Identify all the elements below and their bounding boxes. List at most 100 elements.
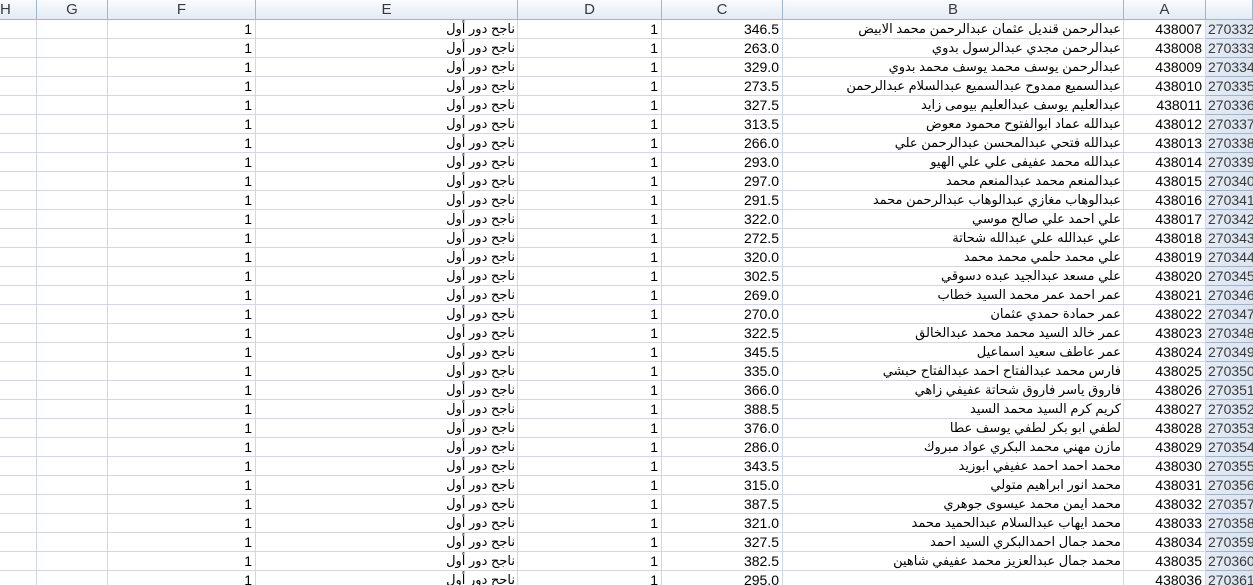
- cell-c-score[interactable]: 269.0: [662, 286, 783, 305]
- cell-h[interactable]: [0, 267, 37, 286]
- row-header[interactable]: 270354: [1206, 438, 1253, 457]
- cell-e-status[interactable]: ناجح دور أول: [256, 533, 518, 552]
- cell-d[interactable]: 1: [518, 438, 662, 457]
- cell-d[interactable]: 1: [518, 153, 662, 172]
- cell-f[interactable]: 1: [108, 438, 256, 457]
- row-header[interactable]: 270337: [1206, 115, 1253, 134]
- cell-h[interactable]: [0, 571, 37, 585]
- cell-d[interactable]: 1: [518, 58, 662, 77]
- cell-a-seat-number[interactable]: 438009: [1124, 58, 1206, 77]
- cell-b-name[interactable]: [783, 571, 1124, 585]
- cell-e-status[interactable]: ناجح دور أول: [256, 400, 518, 419]
- cell-d[interactable]: 1: [518, 476, 662, 495]
- cell-h[interactable]: [0, 552, 37, 571]
- cell-a-seat-number[interactable]: 438008: [1124, 39, 1206, 58]
- cell-f[interactable]: 1: [108, 343, 256, 362]
- cell-g[interactable]: [37, 419, 108, 438]
- cell-a-seat-number[interactable]: 438025: [1124, 362, 1206, 381]
- cell-b-name[interactable]: عبدالسميع ممدوح عبدالسميع عبدالسلام عبدا…: [783, 77, 1124, 96]
- cell-h[interactable]: [0, 533, 37, 552]
- cell-h[interactable]: [0, 400, 37, 419]
- cell-h[interactable]: [0, 286, 37, 305]
- cell-b-name[interactable]: محمد احمد احمد عفيفي ابوزيد: [783, 457, 1124, 476]
- cell-a-seat-number[interactable]: 438011: [1124, 96, 1206, 115]
- cell-e-status[interactable]: ناجح دور أول: [256, 134, 518, 153]
- cell-c-score[interactable]: 345.5: [662, 343, 783, 362]
- cell-c-score[interactable]: 315.0: [662, 476, 783, 495]
- cell-a-seat-number[interactable]: 438027: [1124, 400, 1206, 419]
- cell-b-name[interactable]: عبدالرحمن يوسف محمد يوسف محمد بدوي: [783, 58, 1124, 77]
- cell-a-seat-number[interactable]: 438021: [1124, 286, 1206, 305]
- cell-f[interactable]: 1: [108, 134, 256, 153]
- cell-d[interactable]: 1: [518, 419, 662, 438]
- row-header[interactable]: 270349: [1206, 343, 1253, 362]
- column-header-e[interactable]: E: [256, 0, 518, 20]
- cell-e-status[interactable]: ناجح دور أول: [256, 153, 518, 172]
- cell-a-seat-number[interactable]: 438026: [1124, 381, 1206, 400]
- row-header[interactable]: 270351: [1206, 381, 1253, 400]
- column-header-h[interactable]: H: [0, 0, 37, 20]
- column-header-a[interactable]: A: [1124, 0, 1206, 20]
- cell-h[interactable]: [0, 362, 37, 381]
- cell-d[interactable]: 1: [518, 457, 662, 476]
- cell-a-seat-number[interactable]: 438019: [1124, 248, 1206, 267]
- cell-e-status[interactable]: ناجح دور أول: [256, 343, 518, 362]
- cell-f[interactable]: 1: [108, 96, 256, 115]
- cell-c-score[interactable]: 329.0: [662, 58, 783, 77]
- cell-h[interactable]: [0, 419, 37, 438]
- cell-c-score[interactable]: 297.0: [662, 172, 783, 191]
- cell-e-status[interactable]: ناجح دور أول: [256, 229, 518, 248]
- cell-b-name[interactable]: عبدالمنعم محمد عبدالمنعم محمد: [783, 172, 1124, 191]
- cell-h[interactable]: [0, 248, 37, 267]
- cell-f[interactable]: 1: [108, 58, 256, 77]
- cell-g[interactable]: [37, 229, 108, 248]
- cell-e-status[interactable]: ناجح دور أول: [256, 267, 518, 286]
- cell-g[interactable]: [37, 77, 108, 96]
- cell-a-seat-number[interactable]: 438017: [1124, 210, 1206, 229]
- row-header[interactable]: 270335: [1206, 77, 1253, 96]
- cell-b-name[interactable]: محمد جمال احمدالبكري السيد احمد: [783, 533, 1124, 552]
- cell-d[interactable]: 1: [518, 286, 662, 305]
- cell-h[interactable]: [0, 476, 37, 495]
- cell-g[interactable]: [37, 134, 108, 153]
- row-header[interactable]: 270347: [1206, 305, 1253, 324]
- cell-f[interactable]: 1: [108, 191, 256, 210]
- cell-f[interactable]: 1: [108, 571, 256, 585]
- cell-d[interactable]: 1: [518, 571, 662, 585]
- column-header-b[interactable]: B: [783, 0, 1124, 20]
- cell-g[interactable]: [37, 153, 108, 172]
- cell-h[interactable]: [0, 457, 37, 476]
- cell-g[interactable]: [37, 438, 108, 457]
- cell-c-score[interactable]: 272.5: [662, 229, 783, 248]
- row-header[interactable]: 270344: [1206, 248, 1253, 267]
- cell-b-name[interactable]: عمر خالد السيد محمد محمد عبدالخالق: [783, 324, 1124, 343]
- row-header[interactable]: 270352: [1206, 400, 1253, 419]
- cell-c-score[interactable]: 388.5: [662, 400, 783, 419]
- cell-h[interactable]: [0, 324, 37, 343]
- cell-b-name[interactable]: عبدالعليم يوسف عبدالعليم بيومى زايد: [783, 96, 1124, 115]
- cell-g[interactable]: [37, 533, 108, 552]
- cell-b-name[interactable]: علي محمد حلمي محمد محمد: [783, 248, 1124, 267]
- row-header[interactable]: 270356: [1206, 476, 1253, 495]
- cell-g[interactable]: [37, 267, 108, 286]
- cell-g[interactable]: [37, 476, 108, 495]
- cell-g[interactable]: [37, 362, 108, 381]
- cell-a-seat-number[interactable]: 438010: [1124, 77, 1206, 96]
- cell-h[interactable]: [0, 20, 37, 39]
- cell-f[interactable]: 1: [108, 400, 256, 419]
- cell-c-score[interactable]: 266.0: [662, 134, 783, 153]
- cell-b-name[interactable]: عبدالرحمن مجدي عبدالرسول بدوي: [783, 39, 1124, 58]
- cell-f[interactable]: 1: [108, 39, 256, 58]
- cell-b-name[interactable]: لطفي ابو بكر لطفي يوسف عطا: [783, 419, 1124, 438]
- row-header[interactable]: 270355: [1206, 457, 1253, 476]
- cell-a-seat-number[interactable]: 438020: [1124, 267, 1206, 286]
- cell-a-seat-number[interactable]: 438018: [1124, 229, 1206, 248]
- cell-e-status[interactable]: ناجح دور أول: [256, 419, 518, 438]
- cell-b-name[interactable]: محمد ايمن محمد عيسوى جوهري: [783, 495, 1124, 514]
- cell-c-score[interactable]: 273.5: [662, 77, 783, 96]
- cell-a-seat-number[interactable]: 438028: [1124, 419, 1206, 438]
- cell-d[interactable]: 1: [518, 248, 662, 267]
- cell-f[interactable]: 1: [108, 267, 256, 286]
- cell-b-name[interactable]: عبدالوهاب مغازي عبدالوهاب عبدالرحمن محمد: [783, 191, 1124, 210]
- cell-e-status[interactable]: ناجح دور أول: [256, 77, 518, 96]
